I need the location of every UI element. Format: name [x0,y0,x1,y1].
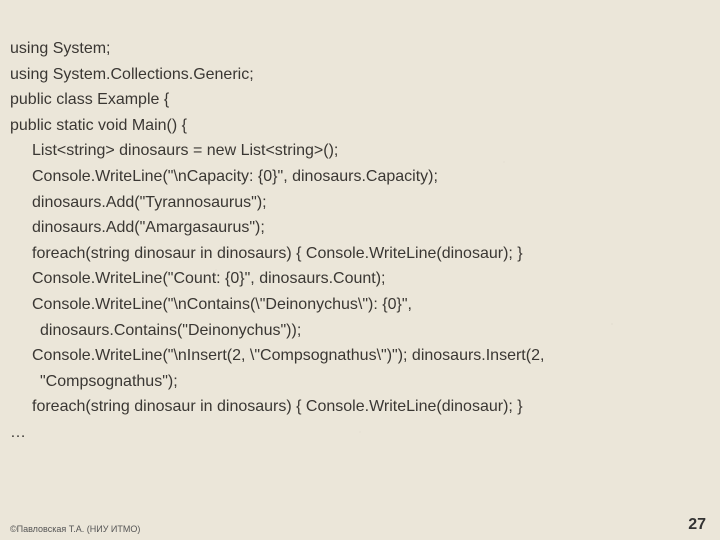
code-line: foreach(string dinosaur in dinosaurs) { … [10,394,710,420]
code-line: dinosaurs.Add("Tyrannosaurus"); [10,190,710,216]
code-ellipsis: … [10,420,710,446]
code-line: "Compsognathus"); [10,369,710,395]
page-number: 27 [688,516,706,534]
code-line: public static void Main() { [10,113,710,139]
code-line: foreach(string dinosaur in dinosaurs) { … [10,241,710,267]
code-line: Console.WriteLine("\nCapacity: {0}", din… [10,164,710,190]
code-line: using System; [10,36,710,62]
footer-author: ©Павловская Т.А. (НИУ ИТМО) [10,524,140,534]
slide-content: using System; using System.Collections.G… [0,0,720,446]
code-line: Console.WriteLine("\nInsert(2, \"Compsog… [10,343,710,369]
code-line: List<string> dinosaurs = new List<string… [10,138,710,164]
code-line: dinosaurs.Add("Amargasaurus"); [10,215,710,241]
code-line: Console.WriteLine("\nContains(\"Deinonyc… [10,292,710,318]
code-line: using System.Collections.Generic; [10,62,710,88]
code-line: dinosaurs.Contains("Deinonychus")); [10,318,710,344]
code-line: Console.WriteLine("Count: {0}", dinosaur… [10,266,710,292]
code-line: public class Example { [10,87,710,113]
